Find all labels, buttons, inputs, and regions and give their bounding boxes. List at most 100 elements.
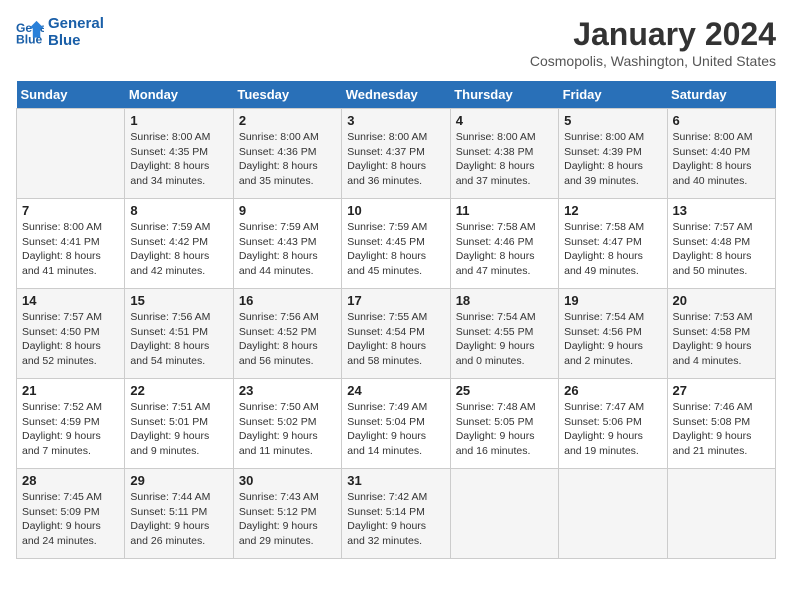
calendar-cell: 6 Sunrise: 8:00 AMSunset: 4:40 PMDaylight…	[667, 109, 775, 199]
day-number: 16	[239, 293, 336, 308]
calendar-week-row: 1 Sunrise: 8:00 AMSunset: 4:35 PMDaylight…	[17, 109, 776, 199]
day-number: 29	[130, 473, 227, 488]
day-number: 1	[130, 113, 227, 128]
day-number: 12	[564, 203, 661, 218]
day-info: Sunrise: 7:54 AMSunset: 4:55 PMDaylight:…	[456, 310, 553, 369]
day-number: 22	[130, 383, 227, 398]
header-thursday: Thursday	[450, 81, 558, 109]
day-info: Sunrise: 7:59 AMSunset: 4:43 PMDaylight:…	[239, 220, 336, 279]
calendar-header-row: SundayMondayTuesdayWednesdayThursdayFrid…	[17, 81, 776, 109]
day-info: Sunrise: 7:58 AMSunset: 4:47 PMDaylight:…	[564, 220, 661, 279]
logo-icon: General Blue	[16, 19, 44, 47]
day-number: 28	[22, 473, 119, 488]
day-info: Sunrise: 7:49 AMSunset: 5:04 PMDaylight:…	[347, 400, 444, 459]
day-number: 3	[347, 113, 444, 128]
calendar-week-row: 14Sunrise: 7:57 AMSunset: 4:50 PMDayligh…	[17, 289, 776, 379]
day-info: Sunrise: 7:48 AMSunset: 5:05 PMDaylight:…	[456, 400, 553, 459]
logo-text-line2: Blue	[48, 33, 81, 50]
day-info: Sunrise: 7:42 AMSunset: 5:14 PMDaylight:…	[347, 490, 444, 549]
day-info: Sunrise: 8:00 AMSunset: 4:37 PMDaylight:…	[347, 130, 444, 189]
day-number: 25	[456, 383, 553, 398]
calendar-week-row: 21 Sunrise: 7:52 AMSunset: 4:59 PMDayligh…	[17, 379, 776, 469]
calendar-cell: 5 Sunrise: 8:00 AMSunset: 4:39 PMDaylight…	[559, 109, 667, 199]
day-number: 20	[673, 293, 770, 308]
day-info: Sunrise: 7:55 AMSunset: 4:54 PMDaylight:…	[347, 310, 444, 369]
calendar-cell: 28Sunrise: 7:45 AMSunset: 5:09 PMDayligh…	[17, 469, 125, 559]
day-number: 5	[564, 113, 661, 128]
header-monday: Monday	[125, 81, 233, 109]
calendar-cell: 15 Sunrise: 7:56 AMSunset: 4:51 PMDayligh…	[125, 289, 233, 379]
day-info: Sunrise: 8:00 AMSunset: 4:35 PMDaylight:…	[130, 130, 227, 189]
calendar-week-row: 7 Sunrise: 8:00 AMSunset: 4:41 PMDaylight…	[17, 199, 776, 289]
day-number: 2	[239, 113, 336, 128]
day-info: Sunrise: 7:44 AMSunset: 5:11 PMDaylight:…	[130, 490, 227, 549]
logo-text-line1: General	[48, 16, 104, 33]
calendar-cell: 22 Sunrise: 7:51 AMSunset: 5:01 PMDayligh…	[125, 379, 233, 469]
calendar-cell: 19 Sunrise: 7:54 AMSunset: 4:56 PMDayligh…	[559, 289, 667, 379]
day-info: Sunrise: 8:00 AMSunset: 4:39 PMDaylight:…	[564, 130, 661, 189]
calendar-cell: 9 Sunrise: 7:59 AMSunset: 4:43 PMDaylight…	[233, 199, 341, 289]
day-number: 6	[673, 113, 770, 128]
calendar-cell	[559, 469, 667, 559]
day-number: 7	[22, 203, 119, 218]
calendar-cell: 18 Sunrise: 7:54 AMSunset: 4:55 PMDayligh…	[450, 289, 558, 379]
calendar-cell: 26 Sunrise: 7:47 AMSunset: 5:06 PMDayligh…	[559, 379, 667, 469]
day-number: 4	[456, 113, 553, 128]
day-info: Sunrise: 7:57 AMSunset: 4:48 PMDaylight:…	[673, 220, 770, 279]
day-number: 17	[347, 293, 444, 308]
calendar-cell: 25 Sunrise: 7:48 AMSunset: 5:05 PMDayligh…	[450, 379, 558, 469]
calendar-cell: 7 Sunrise: 8:00 AMSunset: 4:41 PMDaylight…	[17, 199, 125, 289]
header-wednesday: Wednesday	[342, 81, 450, 109]
day-number: 19	[564, 293, 661, 308]
calendar-cell	[667, 469, 775, 559]
calendar-cell: 17 Sunrise: 7:55 AMSunset: 4:54 PMDayligh…	[342, 289, 450, 379]
day-info: Sunrise: 8:00 AMSunset: 4:41 PMDaylight:…	[22, 220, 119, 279]
day-info: Sunrise: 7:53 AMSunset: 4:58 PMDaylight:…	[673, 310, 770, 369]
calendar-cell: 23 Sunrise: 7:50 AMSunset: 5:02 PMDayligh…	[233, 379, 341, 469]
day-number: 21	[22, 383, 119, 398]
day-number: 13	[673, 203, 770, 218]
day-info: Sunrise: 7:56 AMSunset: 4:52 PMDaylight:…	[239, 310, 336, 369]
calendar-cell: 14Sunrise: 7:57 AMSunset: 4:50 PMDayligh…	[17, 289, 125, 379]
calendar-cell: 27Sunrise: 7:46 AMSunset: 5:08 PMDayligh…	[667, 379, 775, 469]
header: General Blue General Blue January 2024 C…	[16, 16, 776, 69]
day-info: Sunrise: 7:59 AMSunset: 4:42 PMDaylight:…	[130, 220, 227, 279]
day-number: 26	[564, 383, 661, 398]
day-info: Sunrise: 8:00 AMSunset: 4:38 PMDaylight:…	[456, 130, 553, 189]
day-info: Sunrise: 7:56 AMSunset: 4:51 PMDaylight:…	[130, 310, 227, 369]
day-info: Sunrise: 7:58 AMSunset: 4:46 PMDaylight:…	[456, 220, 553, 279]
header-friday: Friday	[559, 81, 667, 109]
calendar-cell: 24 Sunrise: 7:49 AMSunset: 5:04 PMDayligh…	[342, 379, 450, 469]
month-title: January 2024	[530, 16, 776, 53]
day-info: Sunrise: 7:51 AMSunset: 5:01 PMDaylight:…	[130, 400, 227, 459]
day-number: 15	[130, 293, 227, 308]
day-number: 24	[347, 383, 444, 398]
day-number: 18	[456, 293, 553, 308]
day-info: Sunrise: 7:50 AMSunset: 5:02 PMDaylight:…	[239, 400, 336, 459]
calendar-cell: 8 Sunrise: 7:59 AMSunset: 4:42 PMDaylight…	[125, 199, 233, 289]
day-number: 23	[239, 383, 336, 398]
day-number: 9	[239, 203, 336, 218]
day-info: Sunrise: 7:57 AMSunset: 4:50 PMDaylight:…	[22, 310, 119, 369]
calendar-week-row: 28Sunrise: 7:45 AMSunset: 5:09 PMDayligh…	[17, 469, 776, 559]
day-number: 31	[347, 473, 444, 488]
title-area: January 2024 Cosmopolis, Washington, Uni…	[530, 16, 776, 69]
calendar-cell: 4 Sunrise: 8:00 AMSunset: 4:38 PMDaylight…	[450, 109, 558, 199]
calendar-cell: 29 Sunrise: 7:44 AMSunset: 5:11 PMDayligh…	[125, 469, 233, 559]
header-sunday: Sunday	[17, 81, 125, 109]
day-number: 8	[130, 203, 227, 218]
day-info: Sunrise: 7:54 AMSunset: 4:56 PMDaylight:…	[564, 310, 661, 369]
day-info: Sunrise: 7:46 AMSunset: 5:08 PMDaylight:…	[673, 400, 770, 459]
day-info: Sunrise: 7:47 AMSunset: 5:06 PMDaylight:…	[564, 400, 661, 459]
calendar-cell: 11Sunrise: 7:58 AMSunset: 4:46 PMDayligh…	[450, 199, 558, 289]
calendar-cell: 16 Sunrise: 7:56 AMSunset: 4:52 PMDayligh…	[233, 289, 341, 379]
logo: General Blue General Blue	[16, 16, 104, 49]
day-info: Sunrise: 7:52 AMSunset: 4:59 PMDaylight:…	[22, 400, 119, 459]
calendar-cell: 1 Sunrise: 8:00 AMSunset: 4:35 PMDaylight…	[125, 109, 233, 199]
day-info: Sunrise: 8:00 AMSunset: 4:40 PMDaylight:…	[673, 130, 770, 189]
calendar-cell	[17, 109, 125, 199]
calendar-cell: 21 Sunrise: 7:52 AMSunset: 4:59 PMDayligh…	[17, 379, 125, 469]
calendar-cell: 13 Sunrise: 7:57 AMSunset: 4:48 PMDayligh…	[667, 199, 775, 289]
day-info: Sunrise: 7:59 AMSunset: 4:45 PMDaylight:…	[347, 220, 444, 279]
day-number: 10	[347, 203, 444, 218]
